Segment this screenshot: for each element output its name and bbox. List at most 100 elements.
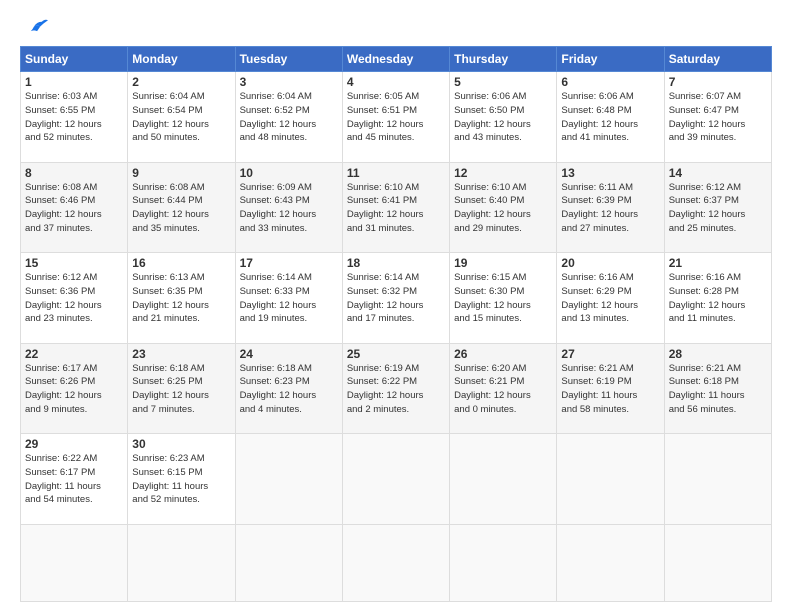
calendar-cell: 15Sunrise: 6:12 AMSunset: 6:36 PMDayligh… xyxy=(21,253,128,344)
day-info: Sunrise: 6:05 AMSunset: 6:51 PMDaylight:… xyxy=(347,90,445,145)
calendar-cell xyxy=(557,434,664,525)
calendar-cell: 5Sunrise: 6:06 AMSunset: 6:50 PMDaylight… xyxy=(450,72,557,163)
day-number: 29 xyxy=(25,437,123,451)
calendar-cell: 18Sunrise: 6:14 AMSunset: 6:32 PMDayligh… xyxy=(342,253,449,344)
day-number: 9 xyxy=(132,166,230,180)
calendar-cell: 8Sunrise: 6:08 AMSunset: 6:46 PMDaylight… xyxy=(21,162,128,253)
day-info: Sunrise: 6:06 AMSunset: 6:50 PMDaylight:… xyxy=(454,90,552,145)
calendar-week-row: 15Sunrise: 6:12 AMSunset: 6:36 PMDayligh… xyxy=(21,253,772,344)
calendar-cell: 10Sunrise: 6:09 AMSunset: 6:43 PMDayligh… xyxy=(235,162,342,253)
day-info: Sunrise: 6:03 AMSunset: 6:55 PMDaylight:… xyxy=(25,90,123,145)
day-info: Sunrise: 6:09 AMSunset: 6:43 PMDaylight:… xyxy=(240,181,338,236)
day-info: Sunrise: 6:18 AMSunset: 6:25 PMDaylight:… xyxy=(132,362,230,417)
day-info: Sunrise: 6:07 AMSunset: 6:47 PMDaylight:… xyxy=(669,90,767,145)
day-info: Sunrise: 6:04 AMSunset: 6:52 PMDaylight:… xyxy=(240,90,338,145)
day-info: Sunrise: 6:16 AMSunset: 6:29 PMDaylight:… xyxy=(561,271,659,326)
calendar-cell: 30Sunrise: 6:23 AMSunset: 6:15 PMDayligh… xyxy=(128,434,235,525)
day-number: 14 xyxy=(669,166,767,180)
calendar-cell xyxy=(342,524,449,601)
day-info: Sunrise: 6:06 AMSunset: 6:48 PMDaylight:… xyxy=(561,90,659,145)
day-info: Sunrise: 6:18 AMSunset: 6:23 PMDaylight:… xyxy=(240,362,338,417)
day-number: 19 xyxy=(454,256,552,270)
day-info: Sunrise: 6:19 AMSunset: 6:22 PMDaylight:… xyxy=(347,362,445,417)
day-number: 24 xyxy=(240,347,338,361)
calendar-cell xyxy=(664,524,771,601)
day-info: Sunrise: 6:10 AMSunset: 6:41 PMDaylight:… xyxy=(347,181,445,236)
day-number: 5 xyxy=(454,75,552,89)
calendar-cell xyxy=(235,434,342,525)
day-number: 4 xyxy=(347,75,445,89)
calendar-cell: 3Sunrise: 6:04 AMSunset: 6:52 PMDaylight… xyxy=(235,72,342,163)
calendar-week-row: 8Sunrise: 6:08 AMSunset: 6:46 PMDaylight… xyxy=(21,162,772,253)
calendar-cell: 19Sunrise: 6:15 AMSunset: 6:30 PMDayligh… xyxy=(450,253,557,344)
weekday-header-tuesday: Tuesday xyxy=(235,47,342,72)
calendar-cell: 2Sunrise: 6:04 AMSunset: 6:54 PMDaylight… xyxy=(128,72,235,163)
calendar-cell: 13Sunrise: 6:11 AMSunset: 6:39 PMDayligh… xyxy=(557,162,664,253)
day-number: 25 xyxy=(347,347,445,361)
day-info: Sunrise: 6:04 AMSunset: 6:54 PMDaylight:… xyxy=(132,90,230,145)
day-info: Sunrise: 6:20 AMSunset: 6:21 PMDaylight:… xyxy=(454,362,552,417)
calendar-cell: 11Sunrise: 6:10 AMSunset: 6:41 PMDayligh… xyxy=(342,162,449,253)
weekday-header-saturday: Saturday xyxy=(664,47,771,72)
calendar-cell: 22Sunrise: 6:17 AMSunset: 6:26 PMDayligh… xyxy=(21,343,128,434)
day-number: 26 xyxy=(454,347,552,361)
day-number: 11 xyxy=(347,166,445,180)
calendar-cell: 27Sunrise: 6:21 AMSunset: 6:19 PMDayligh… xyxy=(557,343,664,434)
day-number: 1 xyxy=(25,75,123,89)
day-number: 27 xyxy=(561,347,659,361)
day-number: 21 xyxy=(669,256,767,270)
day-info: Sunrise: 6:23 AMSunset: 6:15 PMDaylight:… xyxy=(132,452,230,507)
calendar-cell xyxy=(450,524,557,601)
weekday-header-wednesday: Wednesday xyxy=(342,47,449,72)
calendar-cell: 12Sunrise: 6:10 AMSunset: 6:40 PMDayligh… xyxy=(450,162,557,253)
calendar-cell: 28Sunrise: 6:21 AMSunset: 6:18 PMDayligh… xyxy=(664,343,771,434)
calendar-cell: 9Sunrise: 6:08 AMSunset: 6:44 PMDaylight… xyxy=(128,162,235,253)
calendar-cell: 6Sunrise: 6:06 AMSunset: 6:48 PMDaylight… xyxy=(557,72,664,163)
calendar-cell: 14Sunrise: 6:12 AMSunset: 6:37 PMDayligh… xyxy=(664,162,771,253)
calendar-week-row xyxy=(21,524,772,601)
day-number: 18 xyxy=(347,256,445,270)
calendar-week-row: 1Sunrise: 6:03 AMSunset: 6:55 PMDaylight… xyxy=(21,72,772,163)
calendar-cell xyxy=(342,434,449,525)
day-info: Sunrise: 6:14 AMSunset: 6:32 PMDaylight:… xyxy=(347,271,445,326)
weekday-header-sunday: Sunday xyxy=(21,47,128,72)
header xyxy=(20,18,772,38)
day-number: 6 xyxy=(561,75,659,89)
day-number: 3 xyxy=(240,75,338,89)
day-info: Sunrise: 6:15 AMSunset: 6:30 PMDaylight:… xyxy=(454,271,552,326)
day-number: 7 xyxy=(669,75,767,89)
calendar-cell: 24Sunrise: 6:18 AMSunset: 6:23 PMDayligh… xyxy=(235,343,342,434)
calendar-cell: 16Sunrise: 6:13 AMSunset: 6:35 PMDayligh… xyxy=(128,253,235,344)
day-number: 17 xyxy=(240,256,338,270)
weekday-header-monday: Monday xyxy=(128,47,235,72)
calendar-cell: 1Sunrise: 6:03 AMSunset: 6:55 PMDaylight… xyxy=(21,72,128,163)
calendar-cell: 20Sunrise: 6:16 AMSunset: 6:29 PMDayligh… xyxy=(557,253,664,344)
day-number: 28 xyxy=(669,347,767,361)
calendar-cell xyxy=(557,524,664,601)
day-info: Sunrise: 6:22 AMSunset: 6:17 PMDaylight:… xyxy=(25,452,123,507)
calendar-cell: 7Sunrise: 6:07 AMSunset: 6:47 PMDaylight… xyxy=(664,72,771,163)
day-info: Sunrise: 6:08 AMSunset: 6:44 PMDaylight:… xyxy=(132,181,230,236)
day-info: Sunrise: 6:21 AMSunset: 6:19 PMDaylight:… xyxy=(561,362,659,417)
day-number: 2 xyxy=(132,75,230,89)
calendar-cell: 21Sunrise: 6:16 AMSunset: 6:28 PMDayligh… xyxy=(664,253,771,344)
logo xyxy=(20,18,52,38)
calendar-cell xyxy=(128,524,235,601)
day-number: 23 xyxy=(132,347,230,361)
day-info: Sunrise: 6:12 AMSunset: 6:36 PMDaylight:… xyxy=(25,271,123,326)
weekday-header-row: SundayMondayTuesdayWednesdayThursdayFrid… xyxy=(21,47,772,72)
calendar-cell xyxy=(235,524,342,601)
day-number: 16 xyxy=(132,256,230,270)
day-number: 10 xyxy=(240,166,338,180)
calendar-cell: 17Sunrise: 6:14 AMSunset: 6:33 PMDayligh… xyxy=(235,253,342,344)
logo-bird-icon xyxy=(20,18,48,38)
page: SundayMondayTuesdayWednesdayThursdayFrid… xyxy=(0,0,792,612)
day-info: Sunrise: 6:21 AMSunset: 6:18 PMDaylight:… xyxy=(669,362,767,417)
day-number: 13 xyxy=(561,166,659,180)
calendar-cell: 26Sunrise: 6:20 AMSunset: 6:21 PMDayligh… xyxy=(450,343,557,434)
day-number: 20 xyxy=(561,256,659,270)
day-info: Sunrise: 6:16 AMSunset: 6:28 PMDaylight:… xyxy=(669,271,767,326)
day-info: Sunrise: 6:14 AMSunset: 6:33 PMDaylight:… xyxy=(240,271,338,326)
weekday-header-friday: Friday xyxy=(557,47,664,72)
calendar-cell: 23Sunrise: 6:18 AMSunset: 6:25 PMDayligh… xyxy=(128,343,235,434)
